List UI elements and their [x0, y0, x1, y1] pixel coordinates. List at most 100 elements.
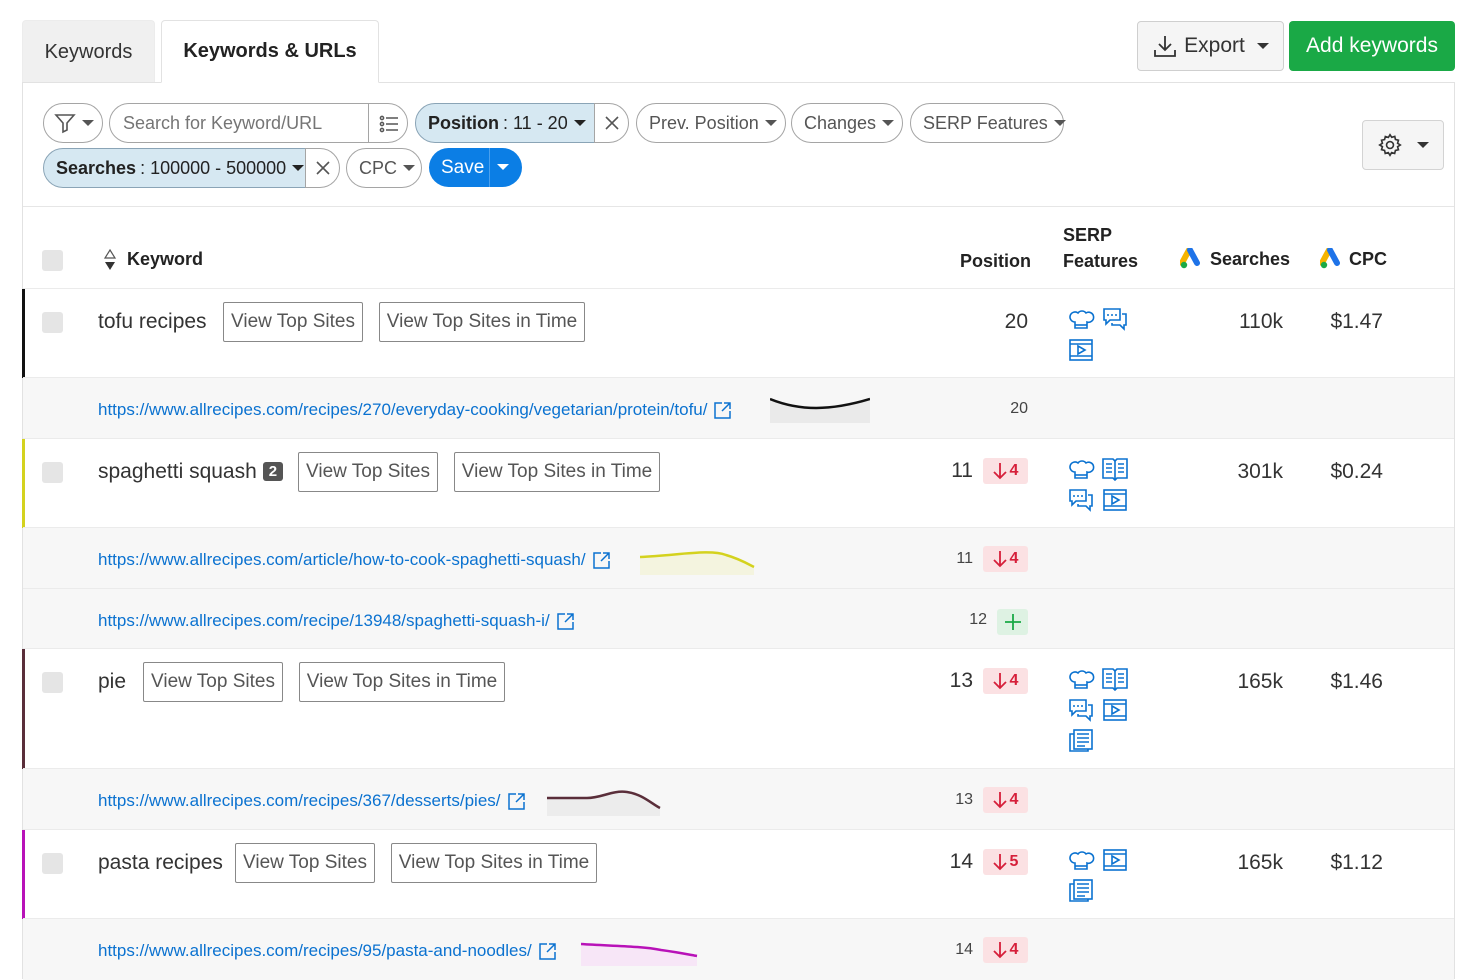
serp-features	[1067, 665, 1135, 758]
add-keywords-button[interactable]: Add keywords	[1289, 21, 1455, 71]
url-link[interactable]: https://www.allrecipes.com/article/how-t…	[98, 550, 611, 570]
export-button[interactable]: Export	[1137, 21, 1284, 71]
keyword-column-header[interactable]: Keyword	[127, 249, 203, 270]
position-change-value: 5	[1009, 853, 1019, 870]
searches-value: 165k	[1237, 670, 1283, 693]
view-top-sites-in-time-button[interactable]: View Top Sites in Time	[299, 662, 505, 702]
tab-keywords[interactable]: Keywords	[22, 20, 155, 83]
chevron-down-icon	[1053, 120, 1066, 126]
view-top-sites-button[interactable]: View Top Sites	[298, 452, 438, 492]
row-checkbox[interactable]	[42, 462, 63, 483]
filter-icon	[54, 114, 76, 134]
external-link-icon[interactable]	[507, 792, 526, 811]
url-position-value: 14	[955, 941, 973, 958]
table-row: pie View Top Sites View Top Sites in Tim…	[22, 648, 1454, 769]
serp-features	[1067, 846, 1135, 908]
chevron-down-icon	[292, 165, 305, 171]
serp-column-header-line2[interactable]: Features	[1063, 251, 1138, 272]
video-icon	[1103, 699, 1127, 721]
searches-value: 110k	[1239, 310, 1283, 333]
cpc-column-header[interactable]: CPC	[1349, 249, 1387, 270]
cpc-filter[interactable]: CPC	[346, 148, 422, 188]
position-filter[interactable]: Position : 11 - 20	[415, 103, 595, 143]
sort-icon[interactable]	[103, 248, 117, 272]
row-checkbox[interactable]	[42, 853, 63, 874]
news-icon	[1069, 879, 1093, 902]
comments-icon	[1069, 699, 1093, 722]
position-column-header[interactable]: Position	[960, 251, 1031, 272]
arrow-down-icon	[992, 942, 1007, 959]
select-all-checkbox[interactable]	[42, 250, 63, 271]
serp-features	[1067, 455, 1135, 517]
url-row: https://www.allrecipes.com/recipes/270/e…	[23, 377, 1454, 438]
chevron-down-icon[interactable]	[497, 164, 509, 170]
position-value: 20	[1004, 310, 1028, 333]
view-top-sites-in-time-button[interactable]: View Top Sites in Time	[379, 302, 585, 342]
settings-button[interactable]	[1362, 120, 1444, 170]
position-value: 13	[949, 669, 973, 692]
row-color-bar	[22, 830, 25, 919]
search-input[interactable]	[121, 105, 371, 141]
position-trend-sparkline	[547, 790, 661, 816]
list-icon[interactable]	[378, 113, 400, 135]
searches-column-header[interactable]: Searches	[1210, 249, 1290, 270]
url-link[interactable]: https://www.allrecipes.com/recipes/95/pa…	[98, 941, 557, 961]
view-top-sites-button[interactable]: View Top Sites	[143, 662, 283, 702]
download-icon	[1154, 36, 1177, 57]
chef-hat-icon	[1069, 460, 1095, 479]
changes-filter[interactable]: Changes	[791, 103, 903, 143]
book-icon	[1102, 668, 1128, 692]
position-trend-sparkline	[581, 942, 698, 966]
keyword-text: tofu recipes	[98, 310, 207, 333]
searches-filter-value: : 100000 - 500000	[140, 157, 287, 178]
chef-hat-icon	[1069, 310, 1095, 329]
url-position-value: 11	[956, 550, 973, 567]
arrow-down-icon	[992, 551, 1007, 568]
view-top-sites-button[interactable]: View Top Sites	[223, 302, 363, 342]
serp-features-filter[interactable]: SERP Features	[910, 103, 1066, 143]
arrow-down-icon	[992, 854, 1007, 871]
position-change-badge: 4	[983, 458, 1028, 484]
url-link[interactable]: https://www.allrecipes.com/recipes/367/d…	[98, 791, 526, 811]
chef-hat-icon	[1069, 851, 1095, 870]
position-filter-value: : 11 - 20	[503, 112, 568, 133]
table-row: tofu recipes View Top Sites View Top Sit…	[22, 288, 1454, 378]
searches-filter-label: Searches	[56, 157, 137, 178]
prev-position-label: Prev. Position	[649, 112, 759, 133]
view-top-sites-in-time-button[interactable]: View Top Sites in Time	[391, 843, 597, 883]
row-color-bar	[22, 289, 25, 378]
row-checkbox[interactable]	[42, 672, 63, 693]
url-text: https://www.allrecipes.com/recipes/270/e…	[98, 400, 708, 419]
serp-column-header-line1[interactable]: SERP	[1063, 225, 1112, 246]
save-label: Save	[441, 156, 485, 178]
external-link-icon[interactable]	[713, 401, 732, 420]
save-button[interactable]: Save	[429, 148, 522, 187]
url-link[interactable]: https://www.allrecipes.com/recipes/270/e…	[98, 400, 732, 420]
external-link-icon[interactable]	[592, 551, 611, 570]
plus-icon	[1004, 614, 1021, 630]
chef-hat-icon	[1069, 670, 1095, 689]
remove-searches-filter-button[interactable]	[305, 148, 340, 188]
searches-value: 165k	[1237, 851, 1283, 874]
chevron-down-icon	[1417, 142, 1429, 148]
prev-position-filter[interactable]: Prev. Position	[636, 103, 786, 143]
remove-position-filter-button[interactable]	[594, 103, 629, 143]
keyword-text: pasta recipes	[98, 851, 223, 874]
view-top-sites-button[interactable]: View Top Sites	[235, 843, 375, 883]
external-link-icon[interactable]	[556, 612, 575, 631]
position-change-badge: 4	[983, 546, 1028, 572]
row-checkbox[interactable]	[42, 312, 63, 333]
export-label: Export	[1184, 34, 1245, 57]
url-link[interactable]: https://www.allrecipes.com/recipe/13948/…	[98, 611, 575, 631]
external-link-icon[interactable]	[538, 942, 557, 961]
video-icon	[1103, 489, 1127, 511]
view-top-sites-in-time-button[interactable]: View Top Sites in Time	[454, 452, 660, 492]
position-change-badge: 4	[983, 937, 1028, 963]
position-change-value: 4	[1009, 672, 1019, 689]
book-icon	[1102, 458, 1128, 482]
url-row: https://www.allrecipes.com/recipe/13948/…	[23, 588, 1454, 649]
url-position-value: 20	[1010, 400, 1028, 417]
filter-menu-button[interactable]	[43, 103, 103, 143]
searches-filter[interactable]: Searches : 100000 - 500000	[43, 148, 306, 188]
tab-keywords-urls[interactable]: Keywords & URLs	[161, 20, 379, 83]
